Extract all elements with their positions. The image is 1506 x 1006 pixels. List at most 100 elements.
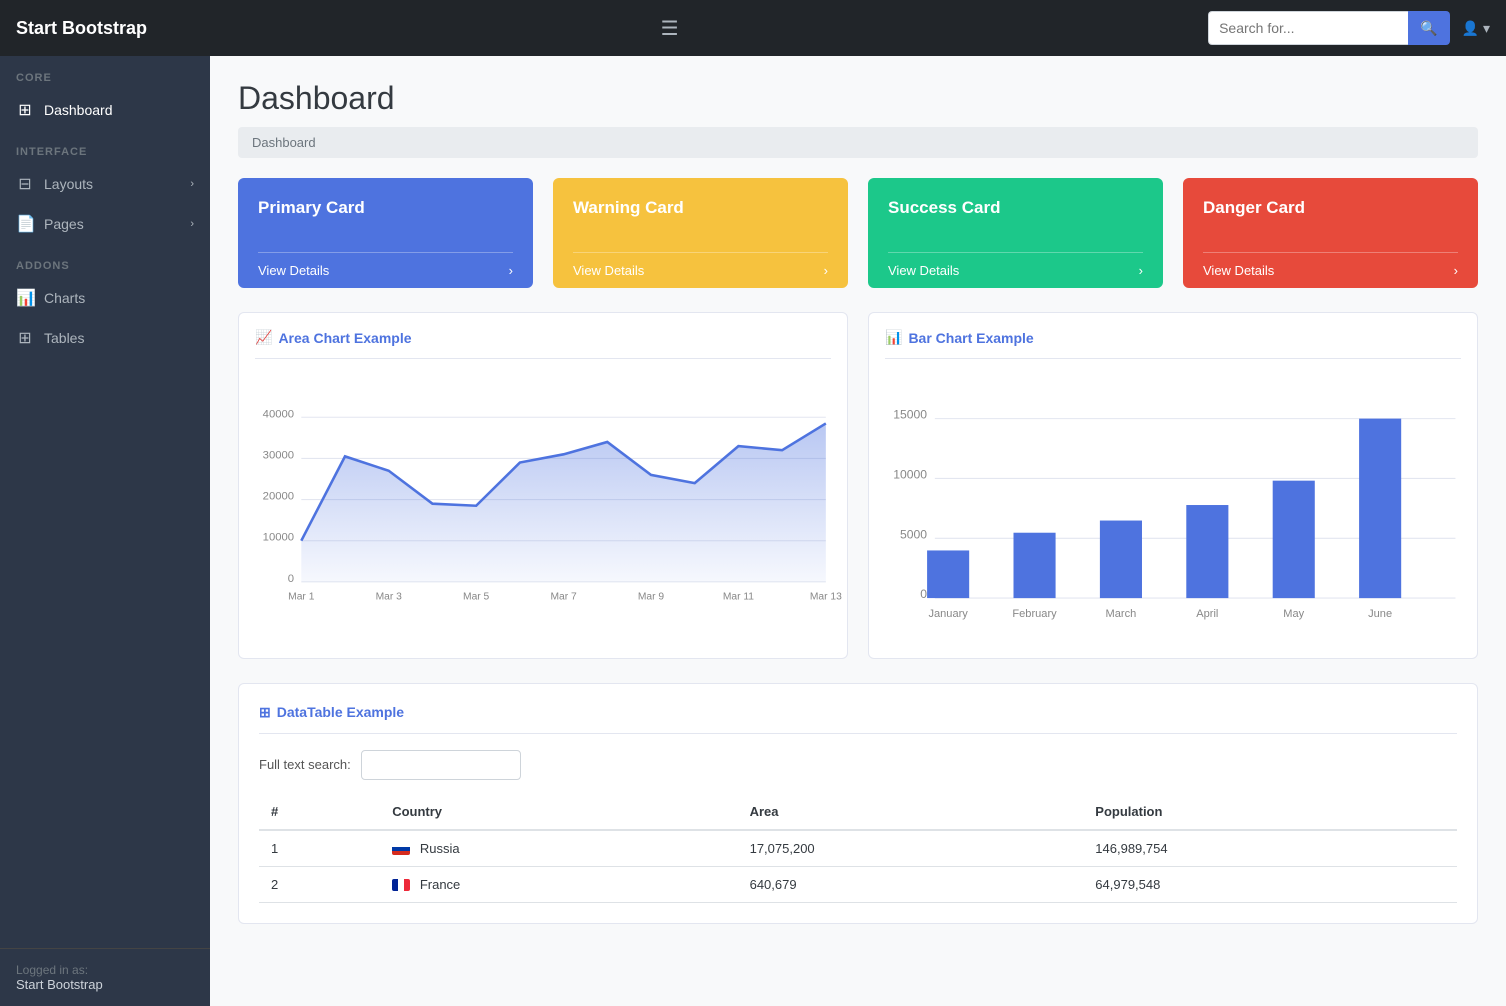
svg-text:Mar 7: Mar 7 — [550, 591, 577, 602]
svg-text:January: January — [928, 608, 968, 620]
sidebar-section-addons: ADDONS 📊 Charts ⊞ Tables — [0, 244, 210, 358]
area-chart-icon: 📈 — [255, 329, 272, 346]
pages-icon: 📄 — [16, 214, 34, 234]
card-primary-link[interactable]: View Details › — [258, 252, 513, 288]
card-warning-arrow-icon: › — [824, 263, 828, 278]
flag-france — [392, 879, 410, 891]
cell-population-1: 146,989,754 — [1083, 830, 1457, 867]
search-button[interactable]: 🔍 — [1408, 11, 1449, 45]
logged-in-label: Logged in as: — [16, 963, 194, 977]
bar-january — [927, 550, 969, 598]
datatable-search-input[interactable] — [361, 750, 521, 780]
svg-text:Mar 13: Mar 13 — [810, 591, 842, 602]
card-primary-arrow-icon: › — [509, 263, 513, 278]
card-danger-link[interactable]: View Details › — [1203, 252, 1458, 288]
svg-text:February: February — [1012, 608, 1057, 620]
svg-text:15000: 15000 — [893, 408, 927, 422]
svg-text:30000: 30000 — [263, 449, 294, 461]
table-header: # Country Area Population — [259, 794, 1457, 830]
card-success: Success Card View Details › — [868, 178, 1163, 288]
main-wrapper: CORE ⊞ Dashboard INTERFACE ⊟ Layouts › 📄… — [0, 56, 1506, 1006]
svg-text:March: March — [1106, 608, 1137, 620]
table-row: 1 Russia 17,075,200 146,989,754 — [259, 830, 1457, 867]
sidebar-item-label-charts: Charts — [44, 290, 85, 306]
area-chart-svg: 0 10000 20000 30000 40000 — [255, 371, 831, 618]
table-body: 1 Russia 17,075,200 146,989,754 2 France — [259, 830, 1457, 903]
datatable-icon: ⊞ — [259, 704, 271, 721]
navbar: Start Bootstrap ☰ 🔍 👤 ▾ — [0, 0, 1506, 56]
user-icon: 👤 — [1462, 20, 1479, 37]
card-success-arrow-icon: › — [1139, 263, 1143, 278]
card-danger-title: Danger Card — [1203, 198, 1458, 218]
search-form: 🔍 — [1208, 11, 1449, 45]
bar-chart-title: 📊 Bar Chart Example — [885, 329, 1461, 359]
main-content: Dashboard Dashboard Primary Card View De… — [210, 56, 1506, 1006]
svg-text:0: 0 — [288, 573, 294, 585]
datatable-search-row: Full text search: — [259, 750, 1457, 780]
sidebar-section-label-interface: INTERFACE — [0, 130, 210, 164]
sidebar-item-dashboard[interactable]: ⊞ Dashboard — [0, 90, 210, 130]
svg-text:40000: 40000 — [263, 408, 294, 420]
search-input[interactable] — [1208, 11, 1408, 45]
svg-text:May: May — [1283, 608, 1304, 620]
cell-area-1: 17,075,200 — [738, 830, 1084, 867]
bar-chart-icon: 📊 — [885, 329, 902, 346]
card-danger: Danger Card View Details › — [1183, 178, 1478, 288]
sidebar-item-label-layouts: Layouts — [44, 176, 93, 192]
card-warning-title: Warning Card — [573, 198, 828, 218]
col-header-population: Population — [1083, 794, 1457, 830]
flag-russia — [392, 843, 410, 855]
sidebar-section-core: CORE ⊞ Dashboard — [0, 56, 210, 130]
user-menu-button[interactable]: 👤 ▾ — [1462, 20, 1490, 37]
sidebar-item-layouts[interactable]: ⊟ Layouts › — [0, 164, 210, 204]
sidebar-item-label-pages: Pages — [44, 216, 84, 232]
card-warning: Warning Card View Details › — [553, 178, 848, 288]
bar-february — [1013, 533, 1055, 598]
datatable-title: ⊞ DataTable Example — [259, 704, 1457, 734]
charts-icon: 📊 — [16, 288, 34, 308]
svg-text:Mar 1: Mar 1 — [288, 591, 315, 602]
svg-text:Mar 9: Mar 9 — [638, 591, 665, 602]
svg-text:10000: 10000 — [893, 467, 927, 481]
sidebar-item-label-dashboard: Dashboard — [44, 102, 113, 118]
bar-chart-card: 📊 Bar Chart Example 0 5000 10000 15000 — [868, 312, 1478, 659]
bar-march — [1100, 521, 1142, 599]
menu-toggle-button[interactable]: ☰ — [661, 16, 679, 41]
tables-icon: ⊞ — [16, 328, 34, 348]
user-chevron-icon: ▾ — [1483, 20, 1490, 37]
sidebar-item-pages[interactable]: 📄 Pages › — [0, 204, 210, 244]
card-success-link[interactable]: View Details › — [888, 252, 1143, 288]
search-label: Full text search: — [259, 757, 351, 772]
card-primary: Primary Card View Details › — [238, 178, 533, 288]
pages-arrow-icon: › — [190, 218, 194, 230]
sidebar: CORE ⊞ Dashboard INTERFACE ⊟ Layouts › 📄… — [0, 56, 210, 1006]
sidebar-footer: Logged in as: Start Bootstrap — [0, 948, 210, 1006]
sidebar-item-charts[interactable]: 📊 Charts — [0, 278, 210, 318]
breadcrumb: Dashboard — [238, 127, 1478, 158]
col-header-area: Area — [738, 794, 1084, 830]
cell-num-2: 2 — [259, 866, 380, 902]
cell-population-2: 64,979,548 — [1083, 866, 1457, 902]
card-primary-title: Primary Card — [258, 198, 513, 218]
bar-chart-svg: 0 5000 10000 15000 — [885, 371, 1461, 637]
bar-may — [1273, 481, 1315, 598]
card-warning-link[interactable]: View Details › — [573, 252, 828, 288]
bar-april — [1186, 505, 1228, 598]
sidebar-section-label-core: CORE — [0, 56, 210, 90]
svg-text:Mar 3: Mar 3 — [376, 591, 403, 602]
datatable-table: # Country Area Population 1 Russia 17,07… — [259, 794, 1457, 903]
sidebar-item-tables[interactable]: ⊞ Tables — [0, 318, 210, 358]
cards-row: Primary Card View Details › Warning Card… — [238, 178, 1478, 288]
cell-area-2: 640,679 — [738, 866, 1084, 902]
svg-text:10000: 10000 — [263, 532, 294, 544]
svg-text:0: 0 — [920, 587, 927, 601]
brand-title: Start Bootstrap — [16, 18, 147, 39]
area-chart-card: 📈 Area Chart Example 0 10000 20000 30000… — [238, 312, 848, 659]
svg-text:Mar 11: Mar 11 — [723, 591, 754, 602]
page-title: Dashboard — [238, 80, 1478, 117]
card-danger-arrow-icon: › — [1454, 263, 1458, 278]
col-header-num: # — [259, 794, 380, 830]
bar-june — [1359, 419, 1401, 598]
logged-in-username: Start Bootstrap — [16, 977, 194, 992]
svg-text:5000: 5000 — [900, 527, 927, 541]
